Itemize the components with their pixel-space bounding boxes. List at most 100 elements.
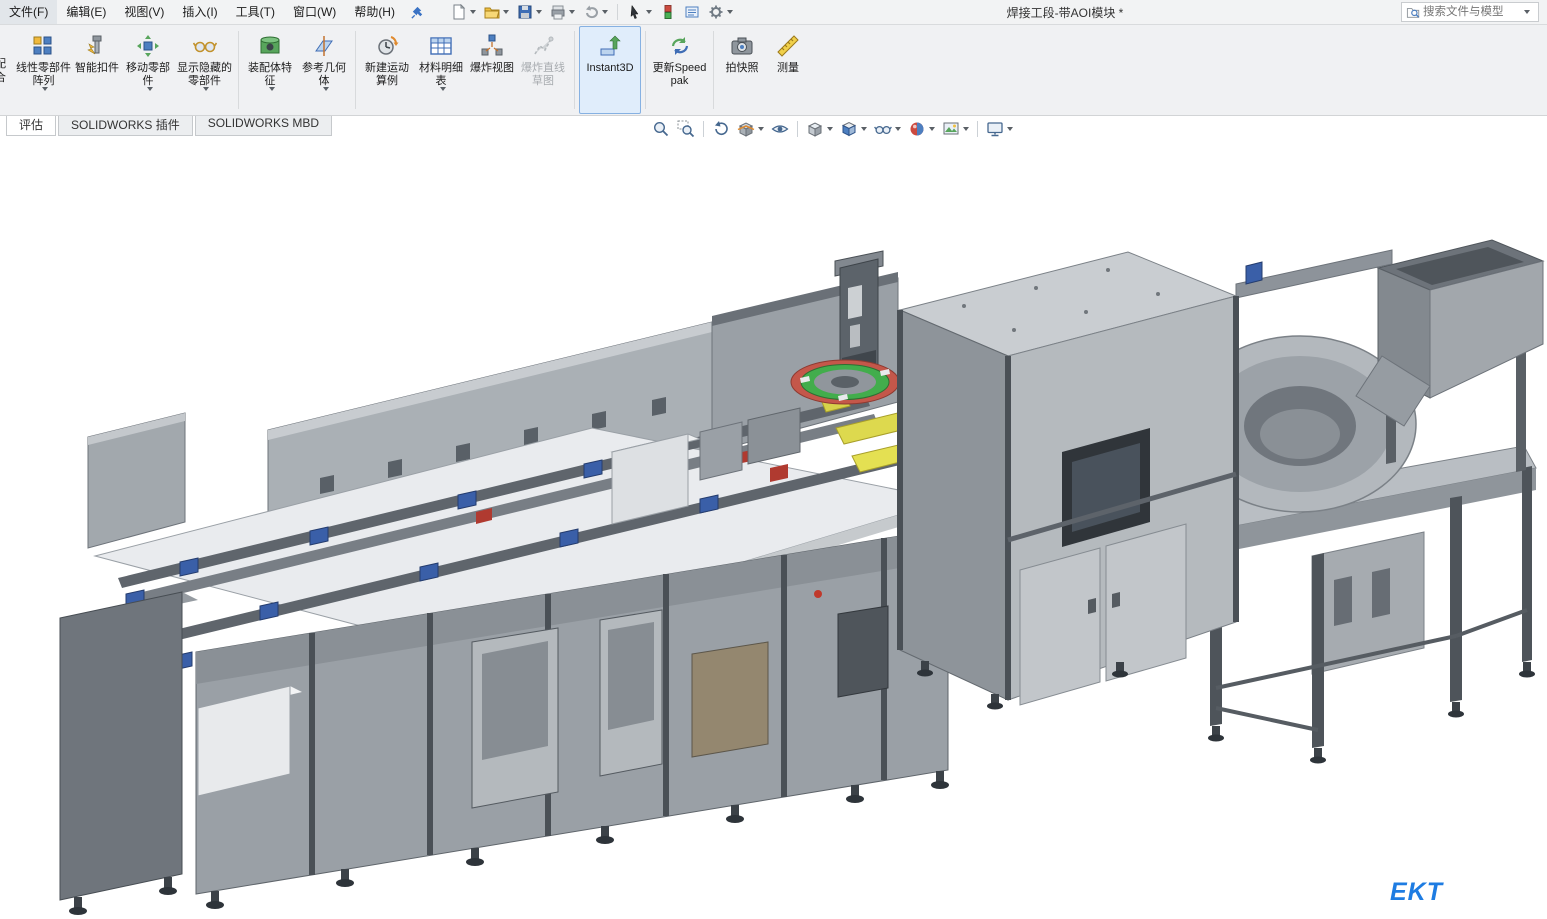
new-document-caret[interactable]	[470, 10, 476, 14]
snapshot-camera-icon	[730, 31, 754, 61]
gear-icon	[708, 4, 724, 20]
ribbon-instant3d-button[interactable]: Instant3D	[579, 26, 641, 114]
view-settings-button[interactable]	[984, 119, 1015, 139]
section-view-button[interactable]	[735, 119, 766, 139]
ribbon-separator	[238, 31, 239, 109]
machine-drawing	[0, 139, 1547, 919]
view-orientation-icon	[806, 120, 824, 138]
select-button[interactable]	[624, 2, 655, 22]
zoom-to-area-button[interactable]	[675, 119, 697, 139]
new-document-button[interactable]	[448, 2, 479, 22]
menu-insert[interactable]: 插入(I)	[173, 0, 226, 24]
view-orientation-button[interactable]	[804, 119, 835, 139]
ribbon-assembly-features-button[interactable]: 装配体特征	[243, 26, 297, 114]
ribbon-reference-geometry-button[interactable]: 参考几何体	[297, 26, 351, 114]
zoom-to-fit-icon	[652, 120, 670, 138]
ribbon-move-component-button[interactable]: 移动零部件	[121, 26, 175, 114]
ribbon-separator	[574, 31, 575, 109]
ribbon-linear-component-pattern-button[interactable]: 线性零部件阵列	[14, 26, 73, 114]
section-view-caret[interactable]	[758, 127, 764, 131]
menu-edit[interactable]: 编辑(E)	[57, 0, 115, 24]
display-style-icon	[840, 120, 858, 138]
ribbon-new-motion-study-button[interactable]: 新建运动算例	[360, 26, 414, 114]
quick-access-toolbar	[447, 2, 737, 22]
ribbon-exploded-view-button[interactable]: 爆炸视图	[468, 26, 516, 114]
ribbon-show-hidden-components-button[interactable]: 显示隐藏的零部件	[175, 26, 234, 114]
dropdown-caret[interactable]	[323, 87, 329, 91]
bridge-conveyor[interactable]	[1236, 250, 1392, 298]
menu-file[interactable]: 文件(F)	[0, 0, 57, 24]
edit-appearance-button[interactable]	[906, 119, 937, 139]
dropdown-caret[interactable]	[440, 87, 446, 91]
annotation-view-icon	[771, 120, 789, 138]
toolbar-separator	[617, 4, 618, 20]
tab-solidworks-mbd[interactable]: SOLIDWORKS MBD	[195, 113, 332, 136]
ribbon-take-snapshot-button[interactable]: 拍快照	[718, 26, 766, 114]
undo-button[interactable]	[580, 2, 611, 22]
view-settings-caret[interactable]	[1007, 127, 1013, 131]
dropdown-caret[interactable]	[42, 87, 48, 91]
tab-solidworks-addins[interactable]: SOLIDWORKS 插件	[58, 113, 193, 136]
tab-evaluate[interactable]: 评估	[6, 113, 56, 136]
command-manager-ribbon: 线性零部件阵列 智能扣件 移动零部件 显示隐藏的零部件 装配体特征 参考	[0, 24, 1547, 116]
ribbon-button-label: Instant3D	[586, 62, 633, 75]
print-button[interactable]	[547, 2, 578, 22]
apply-scene-caret[interactable]	[963, 127, 969, 131]
ribbon-update-speedpak-button[interactable]: 更新Speedpak	[650, 26, 709, 114]
ribbon-button-label: 装配体特征	[245, 62, 295, 87]
zoom-to-area-icon	[677, 120, 695, 138]
headsup-separator	[797, 121, 798, 137]
undo-caret[interactable]	[602, 10, 608, 14]
display-style-caret[interactable]	[861, 127, 867, 131]
edit-appearance-caret[interactable]	[929, 127, 935, 131]
show-hidden-icon	[193, 31, 217, 61]
save-icon	[517, 4, 533, 20]
options-caret[interactable]	[727, 10, 733, 14]
options-gear-button[interactable]	[705, 2, 736, 22]
undo-icon	[583, 4, 599, 20]
annotation-view-button[interactable]	[769, 119, 791, 139]
section-view-icon	[737, 120, 755, 138]
move-component-icon	[136, 31, 160, 61]
open-button[interactable]	[481, 2, 512, 22]
apply-scene-button[interactable]	[940, 119, 971, 139]
search-input[interactable]	[1421, 5, 1521, 19]
ribbon-partial-left-button[interactable]: 配合	[0, 25, 11, 111]
ribbon-measure-button[interactable]: 测量	[766, 26, 810, 114]
save-caret[interactable]	[536, 10, 542, 14]
menu-window[interactable]: 窗口(W)	[284, 0, 345, 24]
bom-table-icon	[429, 31, 453, 61]
search-caret[interactable]	[1524, 10, 1530, 14]
instant3d-icon	[598, 31, 622, 61]
options-list-button[interactable]	[681, 2, 703, 22]
ribbon-bill-of-materials-button[interactable]: 材料明细表	[414, 26, 468, 114]
rotary-turntable[interactable]	[791, 360, 899, 404]
search-box[interactable]	[1401, 2, 1539, 22]
ribbon-button-label: 显示隐藏的零部件	[177, 62, 232, 87]
hide-show-caret[interactable]	[895, 127, 901, 131]
ribbon-button-label: 更新Speedpak	[652, 62, 707, 87]
ribbon-partial-label: 配合	[0, 57, 9, 86]
menu-view[interactable]: 视图(V)	[115, 0, 173, 24]
view-orientation-caret[interactable]	[827, 127, 833, 131]
display-style-button[interactable]	[838, 119, 869, 139]
previous-view-button[interactable]	[710, 119, 732, 139]
previous-view-icon	[712, 120, 730, 138]
menu-help[interactable]: 帮助(H)	[345, 0, 404, 24]
aoi-module[interactable]	[900, 252, 1236, 710]
select-caret[interactable]	[646, 10, 652, 14]
save-button[interactable]	[514, 2, 545, 22]
dropdown-caret[interactable]	[147, 87, 153, 91]
reference-geometry-icon	[312, 31, 336, 61]
dropdown-caret[interactable]	[203, 87, 209, 91]
ribbon-smart-fasteners-button[interactable]: 智能扣件	[73, 26, 121, 114]
dropdown-caret[interactable]	[269, 87, 275, 91]
menu-tools[interactable]: 工具(T)	[227, 0, 284, 24]
pin-menu-icon[interactable]	[410, 5, 425, 20]
open-caret[interactable]	[503, 10, 509, 14]
ribbon-button-label: 新建运动算例	[362, 62, 412, 87]
print-caret[interactable]	[569, 10, 575, 14]
hide-show-items-button[interactable]	[872, 119, 903, 139]
rebuild-button[interactable]	[657, 2, 679, 22]
zoom-to-fit-button[interactable]	[650, 119, 672, 139]
